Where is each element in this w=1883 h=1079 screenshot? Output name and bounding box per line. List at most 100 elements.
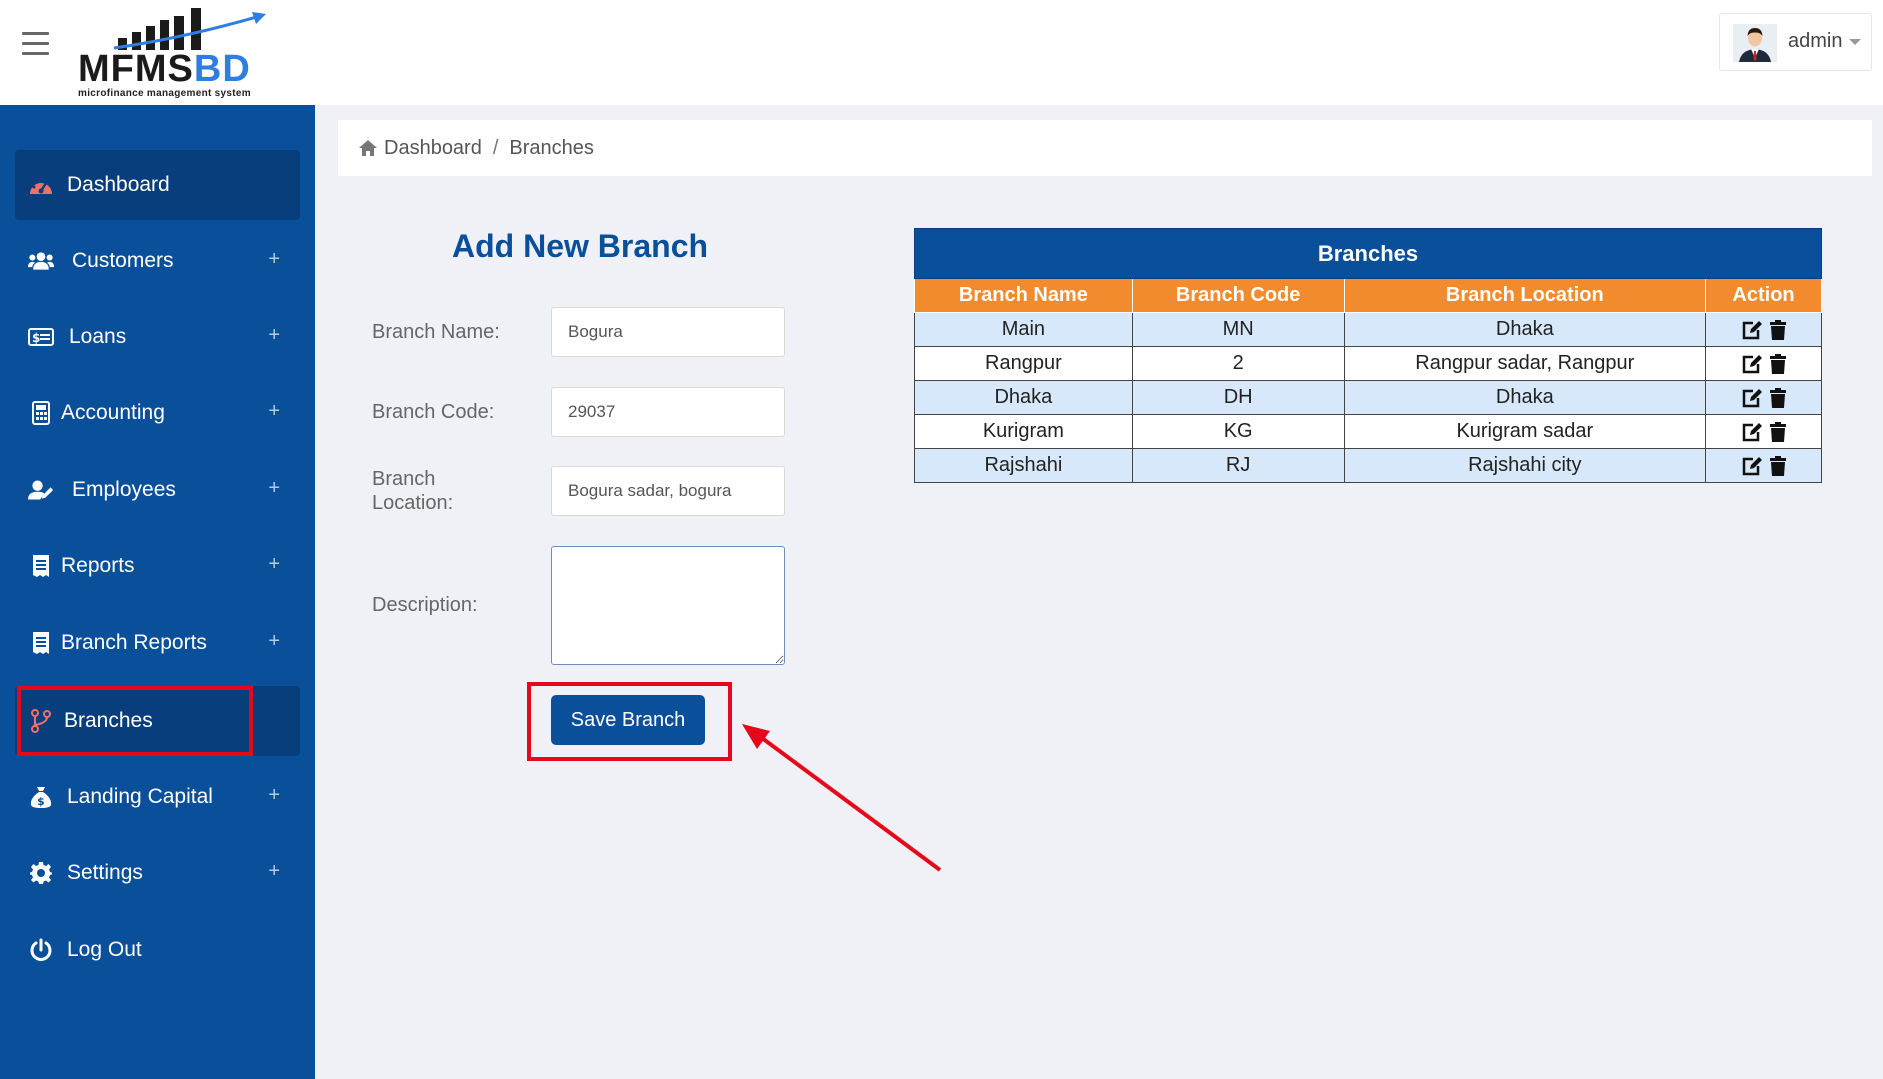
receipt-icon: [28, 630, 54, 656]
delete-icon[interactable]: [1769, 455, 1787, 476]
cell-branch-code: 2: [1131, 346, 1345, 381]
form-title: Add New Branch: [452, 228, 709, 264]
expand-icon: +: [268, 477, 280, 499]
home-icon: [359, 140, 377, 156]
dashboard-icon: [28, 172, 54, 198]
sidebar-item-label: Settings: [67, 861, 143, 884]
logo[interactable]: MFMSBD microfinance management system: [74, 4, 274, 100]
receipt-icon: [28, 553, 54, 579]
cell-branch-name: Dhaka: [914, 380, 1133, 415]
expand-icon: +: [268, 784, 280, 806]
edit-icon[interactable]: [1741, 354, 1763, 374]
user-name: admin: [1788, 30, 1843, 52]
sidebar-item-dashboard[interactable]: Dashboard: [15, 150, 300, 220]
sidebar-item-label: Customers: [72, 249, 174, 272]
sidebar-item-loans[interactable]: $ Loans +: [15, 302, 300, 372]
delete-icon[interactable]: [1769, 421, 1787, 442]
menu-toggle-icon[interactable]: [22, 32, 49, 55]
branch-location-label-line2: Location:: [372, 492, 454, 514]
money-card-icon: $: [28, 324, 54, 350]
cell-branch-code: MN: [1131, 312, 1345, 347]
branch-location-input[interactable]: [551, 466, 785, 516]
cell-branch-name: Kurigram: [914, 414, 1133, 449]
chevron-down-icon: [1849, 39, 1861, 45]
sidebar-item-employees[interactable]: Employees +: [15, 455, 300, 525]
sidebar-item-customers[interactable]: Customers +: [15, 226, 300, 296]
cell-action: [1705, 346, 1822, 381]
svg-text:$: $: [37, 795, 45, 808]
cell-branch-code: KG: [1131, 414, 1345, 449]
table-row: Rajshahi RJ Rajshahi city: [914, 448, 1822, 483]
delete-icon[interactable]: [1769, 319, 1787, 340]
column-header-branch-code: Branch Code: [1131, 278, 1345, 313]
sidebar-item-branch-reports[interactable]: Branch Reports +: [15, 608, 300, 678]
cell-branch-name: Main: [914, 312, 1133, 347]
expand-icon: +: [268, 553, 280, 575]
description-textarea[interactable]: [551, 546, 785, 665]
power-icon: [28, 937, 54, 963]
column-header-branch-location: Branch Location: [1343, 278, 1707, 313]
branch-code-label: Branch Code:: [372, 401, 495, 423]
sidebar-item-label: Dashboard: [67, 173, 170, 196]
expand-icon: +: [268, 400, 280, 422]
table-row: Kurigram KG Kurigram sadar: [914, 414, 1822, 449]
sidebar-item-accounting[interactable]: Accounting +: [15, 378, 300, 448]
sidebar-item-label: Log Out: [67, 938, 142, 961]
branch-name-label: Branch Name:: [372, 321, 500, 343]
cell-action: [1705, 380, 1822, 415]
users-icon: [28, 248, 54, 274]
sidebar-item-reports[interactable]: Reports +: [15, 531, 300, 601]
cell-branch-name: Rangpur: [914, 346, 1133, 381]
delete-icon[interactable]: [1769, 353, 1787, 374]
branches-table: Branches Branch Name Branch Code Branch …: [914, 228, 1822, 483]
top-bar: MFMSBD microfinance management system ad…: [0, 0, 1883, 105]
edit-icon[interactable]: [1741, 456, 1763, 476]
cell-branch-location: Dhaka: [1343, 380, 1707, 415]
sidebar-highlight-box: [17, 686, 253, 756]
breadcrumb-current: Branches: [509, 136, 594, 159]
sidebar-item-settings[interactable]: Settings +: [15, 838, 300, 908]
breadcrumb: Dashboard / Branches: [338, 120, 1872, 176]
breadcrumb-home[interactable]: Dashboard: [358, 137, 482, 160]
cell-branch-location: Rajshahi city: [1343, 448, 1707, 483]
save-button-highlight-box: [527, 682, 732, 761]
branch-name-input[interactable]: [551, 307, 785, 357]
edit-icon[interactable]: [1741, 320, 1763, 340]
sidebar-item-label: Loans: [69, 325, 127, 348]
gear-icon: [28, 860, 54, 886]
cell-branch-code: DH: [1131, 380, 1345, 415]
table-row: Rangpur 2 Rangpur sadar, Rangpur: [914, 346, 1822, 381]
delete-icon[interactable]: [1769, 387, 1787, 408]
sidebar-item-landing-capital[interactable]: $ Landing Capital +: [15, 762, 300, 832]
logo-subtitle: microfinance management system: [78, 88, 251, 99]
avatar: [1733, 24, 1777, 62]
expand-icon: +: [268, 248, 280, 270]
edit-icon[interactable]: [1741, 422, 1763, 442]
table-title: Branches: [914, 228, 1822, 279]
expand-icon: +: [268, 860, 280, 882]
branch-location-label: Branch Location:: [372, 467, 453, 515]
sidebar-item-logout[interactable]: Log Out: [15, 915, 300, 985]
cell-action: [1705, 312, 1822, 347]
user-menu[interactable]: admin: [1719, 13, 1872, 71]
edit-icon[interactable]: [1741, 388, 1763, 408]
user-edit-icon: [28, 477, 54, 503]
sidebar-item-label: Accounting: [61, 401, 165, 424]
sidebar-item-label: Employees: [72, 478, 176, 501]
money-bag-icon: $: [28, 784, 54, 810]
sidebar-item-label: Reports: [61, 554, 135, 577]
branch-code-input[interactable]: [551, 387, 785, 437]
cell-branch-location: Kurigram sadar: [1343, 414, 1707, 449]
table-row: Main MN Dhaka: [914, 312, 1822, 347]
sidebar: Dashboard Customers + $ Loans + Accounti…: [0, 105, 315, 1079]
cell-action: [1705, 414, 1822, 449]
table-row: Dhaka DH Dhaka: [914, 380, 1822, 415]
breadcrumb-separator: /: [492, 136, 499, 159]
cell-branch-location: Rangpur sadar, Rangpur: [1343, 346, 1707, 381]
breadcrumb-home-label: Dashboard: [384, 136, 482, 159]
sidebar-item-label: Landing Capital: [67, 785, 213, 808]
logo-text: MFMSBD: [78, 48, 251, 90]
expand-icon: +: [268, 630, 280, 652]
column-header-action: Action: [1705, 278, 1822, 313]
svg-text:$: $: [32, 331, 40, 345]
